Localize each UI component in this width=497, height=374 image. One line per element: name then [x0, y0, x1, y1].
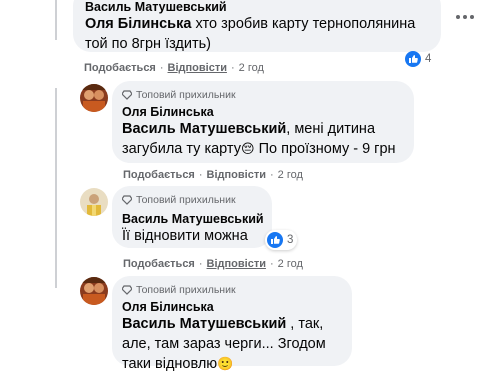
reaction-count: 4	[425, 53, 432, 65]
mention-link[interactable]: Василь Матушевський	[122, 316, 286, 332]
reaction-summary[interactable]: 3	[265, 230, 298, 250]
like-button[interactable]: Подобається	[123, 169, 195, 181]
comment-actions: Подобається · Відповісти · 2 год	[123, 258, 303, 270]
mention-link[interactable]: Оля Білинська	[85, 16, 191, 32]
comment-actions: Подобається · Відповісти · 2 год	[84, 62, 264, 74]
reply-button[interactable]: Відповісти	[207, 258, 266, 270]
comment-actions: Подобається · Відповісти · 2 год	[123, 169, 303, 181]
timestamp[interactable]: 2 год	[239, 62, 264, 74]
comment-bubble: Василь Матушевський Оля Білинська хто зр…	[73, 0, 441, 52]
diamond-icon	[122, 285, 132, 295]
reaction-count: 3	[287, 234, 294, 246]
diamond-icon	[122, 90, 132, 100]
comment-author[interactable]: Оля Білинська	[122, 105, 214, 119]
mention-link[interactable]: Василь Матушевський	[122, 121, 286, 137]
top-fan-badge: Топовий прихильник	[122, 284, 236, 296]
like-icon	[405, 51, 421, 67]
top-fan-badge: Топовий прихильник	[122, 89, 236, 101]
thread-line	[55, 88, 57, 288]
like-button[interactable]: Подобається	[123, 258, 195, 270]
reply-bubble: Топовий прихильник Оля Білинська Василь …	[112, 276, 352, 372]
top-fan-badge: Топовий прихильник	[122, 194, 236, 206]
comment-author[interactable]: Василь Матушевський	[122, 212, 264, 226]
reply-button[interactable]: Відповісти	[207, 169, 266, 181]
comment-text: Її відновити можна	[122, 228, 248, 244]
avatar[interactable]	[80, 277, 108, 305]
like-button[interactable]: Подобається	[84, 62, 156, 74]
timestamp[interactable]: 2 год	[278, 258, 303, 270]
avatar[interactable]	[80, 188, 108, 216]
diamond-icon	[122, 195, 132, 205]
comment-text: Василь Матушевський , так, але, там зара…	[122, 316, 326, 372]
more-options-icon[interactable]	[456, 15, 474, 19]
thread-line	[55, 0, 57, 40]
reaction-summary[interactable]: 4	[405, 51, 431, 67]
smile-emoji-icon: 🙂	[217, 356, 234, 371]
reply-bubble: Топовий прихильник Оля Білинська Василь …	[112, 81, 414, 163]
comment-text: Василь Матушевський, мені дитина загубил…	[122, 121, 396, 157]
comment-text: Оля Білинська хто зробив карту тернополя…	[85, 16, 416, 52]
comment-author[interactable]: Василь Матушевський	[85, 0, 227, 14]
timestamp[interactable]: 2 год	[278, 169, 303, 181]
reply-button[interactable]: Відповісти	[168, 62, 227, 74]
reply-bubble: Топовий прихильник Василь Матушевський Ї…	[112, 186, 272, 248]
comment-author[interactable]: Оля Білинська	[122, 300, 214, 314]
avatar[interactable]	[80, 84, 108, 112]
pensive-emoji-icon: 😔	[240, 141, 255, 156]
like-icon	[267, 232, 283, 248]
